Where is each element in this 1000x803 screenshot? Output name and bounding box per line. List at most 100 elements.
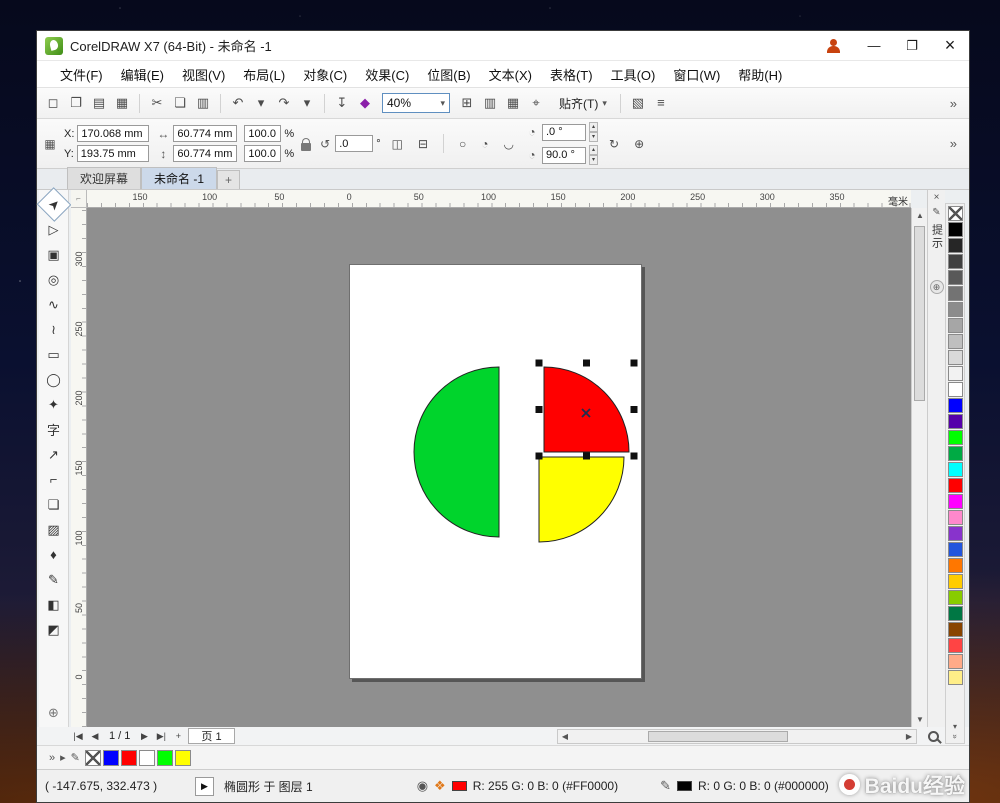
paste-icon[interactable]: ▥	[193, 93, 213, 113]
text-tool[interactable]: 字	[42, 417, 66, 442]
color-swatch[interactable]	[947, 574, 963, 589]
color-swatch[interactable]	[947, 270, 963, 285]
snap-to-dropdown[interactable]: 贴齐(T) ▾	[553, 93, 613, 114]
docker-float-button[interactable]: ⊕	[929, 280, 944, 294]
close-button[interactable]: ×	[931, 31, 969, 61]
horizontal-scroll-thumb[interactable]	[648, 730, 788, 742]
options-icon[interactable]: ▧	[628, 93, 648, 113]
color-eyedropper-tool[interactable]: ♦	[42, 542, 66, 567]
zoom-fit-icon[interactable]	[928, 730, 939, 742]
connector-tool[interactable]: ⌐	[42, 467, 66, 492]
color-swatch[interactable]	[947, 558, 963, 573]
menu-item[interactable]: 窗口(W)	[664, 62, 729, 87]
menu-item[interactable]: 视图(V)	[173, 62, 234, 87]
show-grid-icon[interactable]: ▦	[503, 93, 523, 113]
redo-icon[interactable]: ↷	[274, 93, 294, 113]
convert-to-curves-button[interactable]: ⊕	[630, 135, 648, 153]
color-swatch[interactable]	[947, 254, 963, 269]
drawing-canvas[interactable]	[87, 208, 911, 727]
first-page-button[interactable]: |◀	[71, 731, 85, 742]
snap-target-icon[interactable]: ⌖	[526, 93, 546, 113]
color-swatch[interactable]	[947, 382, 963, 397]
color-swatch[interactable]	[947, 398, 963, 413]
color-swatch[interactable]	[947, 302, 963, 317]
color-swatch[interactable]	[947, 350, 963, 365]
document-page[interactable]	[349, 264, 642, 679]
color-swatch[interactable]	[947, 542, 963, 557]
arc-end-spinner[interactable]: ▴ ▾	[588, 145, 598, 165]
scroll-down-icon[interactable]: ▼	[912, 712, 928, 727]
menu-item[interactable]: 效果(C)	[356, 62, 418, 87]
tab-welcome-screen[interactable]: 欢迎屏幕	[67, 167, 142, 189]
color-swatch[interactable]	[947, 670, 963, 685]
rotation-angle-field[interactable]: .0	[335, 135, 374, 152]
artistic-media-tool[interactable]: ≀	[42, 317, 66, 342]
color-swatch[interactable]	[947, 366, 963, 381]
document-color-swatch[interactable]	[102, 749, 119, 766]
account-icon[interactable]	[825, 38, 841, 54]
color-swatch[interactable]	[947, 446, 963, 461]
minimize-button[interactable]: —	[855, 31, 893, 61]
show-rulers-icon[interactable]: ▥	[480, 93, 500, 113]
new-document-icon[interactable]: ◻	[43, 93, 63, 113]
spin-up-icon[interactable]: ▴	[588, 145, 598, 155]
menu-item[interactable]: 文本(X)	[480, 62, 541, 87]
palette-flyout-icon[interactable]: ▸	[60, 751, 66, 764]
outline-pen-tool[interactable]: ✎	[42, 567, 66, 592]
color-swatch[interactable]	[947, 286, 963, 301]
horizontal-scrollbar[interactable]: ◀ ▶	[557, 728, 917, 744]
save-icon[interactable]: ▤	[89, 93, 109, 113]
scroll-up-icon[interactable]: ▲	[912, 208, 928, 223]
mirror-horizontal-icon[interactable]: ◫	[388, 135, 407, 153]
scale-vertical-field[interactable]: 100.0	[244, 145, 282, 162]
interactive-fill-tool[interactable]: ◩	[42, 617, 66, 642]
menu-item[interactable]: 编辑(E)	[112, 62, 173, 87]
dimension-tool[interactable]: ↗	[42, 442, 66, 467]
color-swatch[interactable]	[947, 526, 963, 541]
app-launcher-icon[interactable]: ◆	[355, 93, 375, 113]
horizontal-ruler[interactable]: 毫米 150 100 50 0 50 100 150 200 250 300 350	[87, 190, 911, 208]
polygon-tool[interactable]: ✦	[42, 392, 66, 417]
pie-mode-button[interactable]: ◔	[477, 135, 492, 153]
print-icon[interactable]: ▦	[112, 93, 132, 113]
ellipse-tool[interactable]: ◯	[42, 367, 66, 392]
color-swatch[interactable]	[947, 590, 963, 605]
fill-tool[interactable]: ◧	[42, 592, 66, 617]
vertical-ruler[interactable]: 300 250 200 150 100 50 0	[71, 208, 87, 727]
drop-shadow-tool[interactable]: ❏	[42, 492, 66, 517]
color-swatch[interactable]	[947, 430, 963, 445]
menu-item[interactable]: 表格(T)	[541, 62, 602, 87]
color-swatch[interactable]	[947, 334, 963, 349]
menu-item[interactable]: 布局(L)	[234, 62, 294, 87]
ruler-origin-corner[interactable]: ⌐	[71, 190, 87, 208]
color-swatch[interactable]	[947, 318, 963, 333]
spin-up-icon[interactable]: ▴	[588, 122, 598, 132]
color-swatch[interactable]	[947, 510, 963, 525]
tab-current-document[interactable]: 未命名 -1	[141, 167, 218, 189]
menu-item[interactable]: 位图(B)	[418, 62, 479, 87]
color-swatch[interactable]	[947, 654, 963, 669]
no-color-swatch[interactable]	[84, 749, 101, 766]
color-swatch[interactable]	[947, 414, 963, 429]
spin-down-icon[interactable]: ▾	[588, 132, 598, 142]
object-width-field[interactable]: 60.774 mm	[173, 125, 238, 142]
transparency-tool[interactable]: ▨	[42, 517, 66, 542]
color-swatch[interactable]	[947, 478, 963, 493]
full-screen-preview-icon[interactable]: ⊞	[457, 93, 477, 113]
color-swatch[interactable]	[947, 222, 963, 237]
open-icon[interactable]: ❐	[66, 93, 86, 113]
color-swatch[interactable]	[947, 462, 963, 477]
ellipse-mode-button[interactable]: ○	[455, 135, 470, 153]
document-color-swatch[interactable]	[120, 749, 137, 766]
toolbox-overflow-button[interactable]: »	[49, 752, 55, 764]
color-swatch[interactable]	[947, 638, 963, 653]
hints-panel-icon[interactable]: ≡	[651, 93, 671, 113]
next-page-button[interactable]: ▶	[137, 731, 151, 742]
redo-dropdown-icon[interactable]: ▾	[297, 93, 317, 113]
zoom-tool[interactable]: ◎	[42, 267, 66, 292]
undo-dropdown-icon[interactable]: ▾	[251, 93, 271, 113]
copy-icon[interactable]: ❏	[170, 93, 190, 113]
y-position-field[interactable]: 193.75 mm	[76, 145, 149, 162]
hints-docker-tab[interactable]: 提示	[929, 224, 945, 250]
arc-direction-button[interactable]: ↻	[605, 135, 623, 153]
